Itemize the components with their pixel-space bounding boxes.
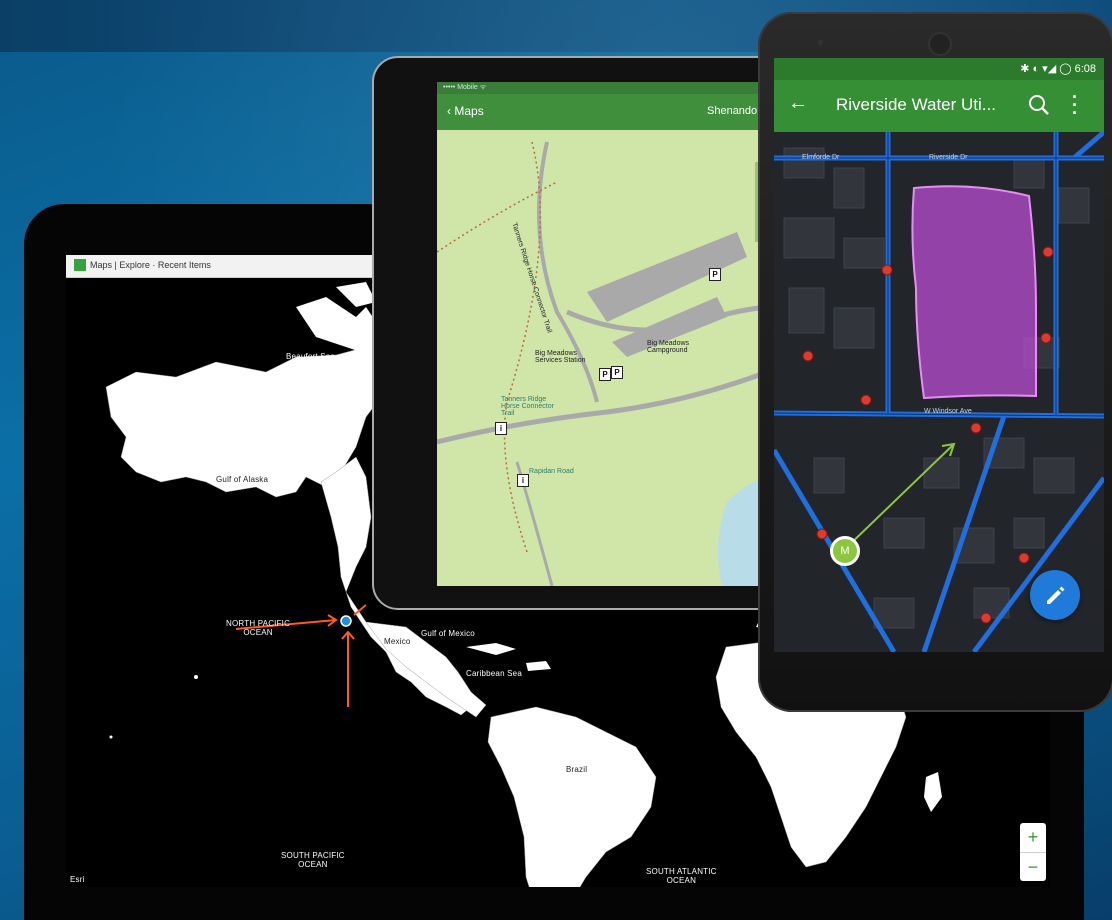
label-gulf-of-alaska: Gulf of Alaska xyxy=(216,475,269,484)
app-grid-icon[interactable] xyxy=(74,259,86,271)
label-rapidan-road: Rapidan Road xyxy=(529,468,574,475)
breadcrumb[interactable]: Maps | Explore · Recent Items xyxy=(90,260,211,270)
parking-icon[interactable]: P xyxy=(611,366,623,379)
label-brazil: Brazil xyxy=(566,765,588,774)
street-label: Riverside Dr xyxy=(929,154,968,161)
utility-map xyxy=(774,130,1104,652)
status-text: ••••• Mobile ᯤ xyxy=(443,84,487,91)
esri-attribution: Esri xyxy=(70,875,85,884)
more-vertical-icon[interactable]: · · · xyxy=(1072,88,1078,122)
topo-header: ‹ Maps Shenando xyxy=(437,94,767,130)
zoom-out-button[interactable]: − xyxy=(1020,852,1046,882)
edit-pencil-icon xyxy=(1047,586,1065,604)
parking-icon[interactable]: P xyxy=(709,268,721,281)
location-marker xyxy=(340,615,352,627)
phone-status-bar: ✱ ◐ ▾◢ ◯ 6:08 xyxy=(774,58,1104,80)
parking-icon[interactable]: P xyxy=(599,368,611,381)
arrow-left-icon[interactable]: ← xyxy=(788,92,808,115)
label-south-atlantic: SOUTH ATLANTIC OCEAN xyxy=(646,867,717,885)
phone-camera xyxy=(928,32,952,56)
map-title: Riverside Water Uti... xyxy=(836,95,996,114)
label-mexico: Mexico xyxy=(384,637,411,646)
zoom-in-button[interactable]: + xyxy=(1020,823,1046,852)
back-label: Maps xyxy=(454,104,484,118)
topo-map-screen[interactable]: ••••• Mobile ᯤ ‹ Maps Shenando Tanners R… xyxy=(437,82,767,586)
phone-sensor xyxy=(818,40,823,45)
search-icon[interactable] xyxy=(1026,92,1052,118)
phone-toolbar: ← Riverside Water Uti... · · · xyxy=(774,80,1104,132)
status-time: ✱ ◐ ▾◢ ◯ 6:08 xyxy=(1020,63,1096,75)
label-north-pacific: NORTH PACIFIC OCEAN xyxy=(226,619,291,637)
label-gulf-of-mexico: Gulf of Mexico xyxy=(421,629,475,638)
status-bar: ••••• Mobile ᯤ xyxy=(437,82,767,94)
back-to-maps-link[interactable]: ‹ Maps xyxy=(447,104,484,118)
map-title: Shenando xyxy=(707,105,758,117)
label-beaufort-sea: Beaufort Sea xyxy=(286,352,336,361)
measure-start-marker[interactable]: M xyxy=(830,536,860,566)
zoom-control: + − xyxy=(1020,823,1046,881)
label-caribbean-sea: Caribbean Sea xyxy=(466,669,522,678)
street-label: W Windsor Ave xyxy=(924,408,972,415)
info-icon[interactable]: i xyxy=(517,474,529,487)
street-label: Elmforde Dr xyxy=(802,154,840,161)
topo-basemap xyxy=(437,141,767,586)
selected-parcel xyxy=(911,185,1037,400)
edit-fab-button[interactable] xyxy=(1030,570,1080,620)
label-south-pacific: SOUTH PACIFIC OCEAN xyxy=(281,851,345,869)
info-icon[interactable]: i xyxy=(495,422,507,435)
label-horse-trail: Tanners Ridge Horse Connector Trail xyxy=(501,396,554,417)
label-campground: Big Meadows Campground xyxy=(647,340,690,354)
phone-map-screen[interactable]: Elmforde Dr Riverside Dr W Windsor Ave ✱… xyxy=(774,58,1104,652)
label-services: Big Meadows Services Station xyxy=(535,350,586,364)
